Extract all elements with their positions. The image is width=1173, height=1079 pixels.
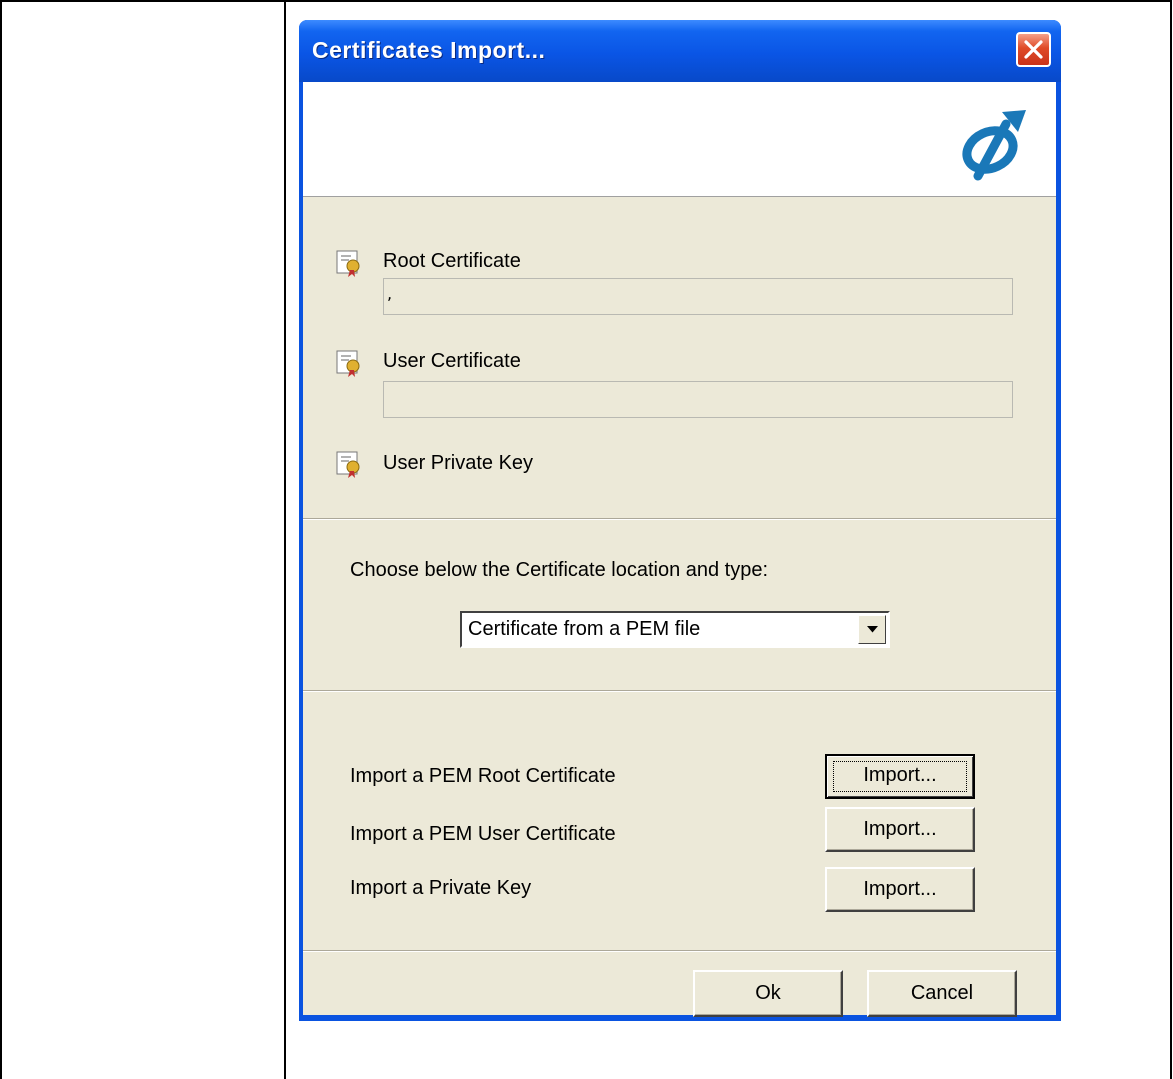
table-column-divider (284, 0, 286, 1079)
dialog-title: Certificates Import... (312, 37, 546, 63)
key-icon (336, 451, 360, 478)
import-key-button[interactable]: Import... (825, 867, 975, 912)
import-root-button-label: Import... (863, 764, 937, 786)
user-private-key-label: User Private Key (383, 452, 534, 474)
root-certificate-field: , (383, 278, 1013, 315)
separator (303, 950, 1056, 952)
import-root-button[interactable]: Import... (825, 754, 975, 799)
user-certificate-field (383, 381, 1013, 418)
location-prompt: Choose below the Certificate location an… (350, 559, 769, 581)
app-logo-icon (962, 110, 1026, 181)
title-bar[interactable]: Certificates Import... (299, 20, 1061, 82)
close-button[interactable] (1016, 32, 1051, 67)
cancel-button[interactable]: Cancel (867, 970, 1017, 1017)
certificate-location-select[interactable]: Certificate from a PEM file (460, 611, 890, 648)
ok-button[interactable]: Ok (693, 970, 843, 1017)
import-key-button-label: Import... (863, 878, 937, 900)
certificates-import-dialog: Certificates Import... Root Certificate … (299, 20, 1061, 1021)
import-root-label: Import a PEM Root Certificate (350, 765, 616, 787)
separator (303, 518, 1056, 520)
root-certificate-value: , (387, 284, 393, 303)
separator (303, 690, 1056, 692)
ok-button-label: Ok (755, 982, 781, 1004)
dialog-header (303, 82, 1056, 197)
import-user-label: Import a PEM User Certificate (350, 823, 616, 845)
user-certificate-label: User Certificate (383, 350, 521, 372)
import-user-button-label: Import... (863, 818, 937, 840)
chevron-down-icon (867, 626, 878, 633)
certificate-icon (336, 350, 360, 377)
root-certificate-label: Root Certificate (383, 250, 521, 272)
certificate-icon (336, 250, 360, 277)
close-icon (1024, 40, 1043, 59)
select-value: Certificate from a PEM file (468, 618, 701, 640)
import-user-button[interactable]: Import... (825, 807, 975, 852)
import-key-label: Import a Private Key (350, 877, 532, 899)
dropdown-button[interactable] (858, 615, 886, 644)
cancel-button-label: Cancel (910, 982, 974, 1004)
dialog-client-area: Root Certificate , User Certificate User… (303, 82, 1056, 1017)
